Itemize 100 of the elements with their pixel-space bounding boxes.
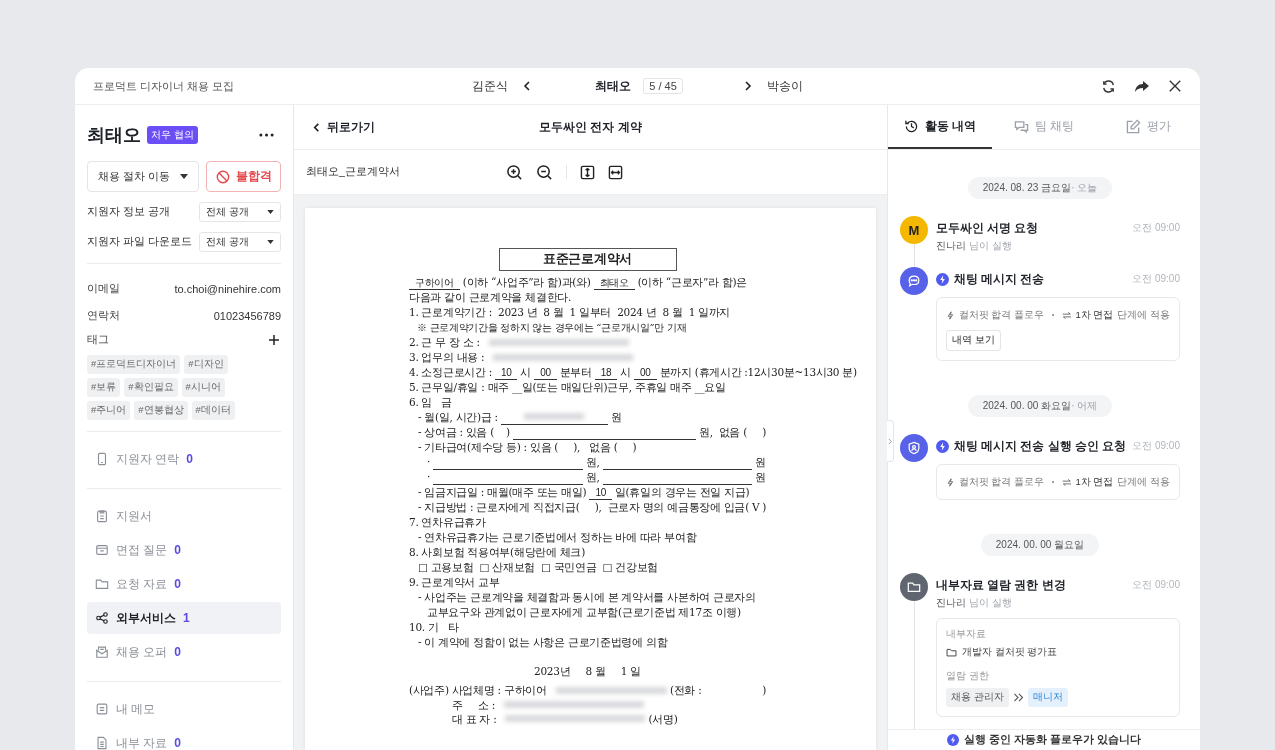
sidebar-item[interactable]: 지원자 연락 0 [87, 443, 281, 475]
document-icon [95, 736, 109, 750]
view-history-button[interactable]: 내역 보기 [946, 330, 1001, 351]
share-nodes-icon [95, 611, 109, 625]
tag-chip[interactable]: #보류 [87, 378, 121, 397]
previous-candidate-link[interactable]: 김준식 [472, 77, 509, 95]
double-chevron-icon [1012, 693, 1024, 702]
more-options-icon[interactable] [259, 133, 274, 137]
contract-text: 원 [755, 455, 766, 470]
contract-text: 시 [520, 365, 532, 380]
contract-text: 2. 근 무 장 소 : [409, 335, 480, 350]
contract-text: - 연차유급휴가는 근로기준법에서 정하는 바에 따라 부여함 [418, 530, 697, 545]
stage-suffix: 단계에 적용 [1117, 475, 1170, 489]
phone-icon [95, 452, 109, 466]
visibility-dropdown[interactable]: 전체 공개 [199, 232, 281, 252]
contract-text: 3. 업무의 내용 : [409, 350, 485, 365]
blurred-text [524, 412, 585, 420]
event-title: 내부자료 열람 권한 변경 [936, 577, 1066, 593]
contract-text: 교부요구와 관계없이 근로자에게 교부함(근로기준법 제17조 이행) [427, 605, 741, 620]
sidebar-item[interactable]: 내 메모 [87, 693, 281, 725]
event-time: 오전 09:00 [1132, 439, 1180, 453]
tag-chip[interactable]: #디자인 [184, 355, 228, 374]
chevron-right-icon[interactable] [742, 81, 753, 91]
contract-text: 8. 사회보험 적용여부(해당란에 체크) [409, 545, 585, 560]
contract-text: 주 소 : [452, 698, 495, 712]
panel-tab[interactable]: 활동 내역 [888, 105, 992, 149]
info-label: 이메일 [87, 281, 120, 296]
sidebar-item[interactable]: 요청 자료 0 [87, 568, 281, 600]
info-value: 01023456789 [213, 309, 281, 322]
add-icon[interactable] [267, 333, 281, 347]
contract-text: · [427, 470, 431, 485]
tag-chip[interactable]: #시니어 [181, 378, 225, 397]
chevron-left-icon[interactable] [522, 81, 533, 91]
setting-label: 지원자 파일 다운로드 [87, 235, 192, 249]
bolt-outline-icon [946, 309, 955, 321]
contract-text: □ 고용보험 □ 산재보험 □ 국민연금 □ 건강보험 [418, 560, 659, 575]
status-badge: 처우 협의 [147, 126, 198, 144]
contract-text: 원, 없음 ( ) [698, 425, 766, 440]
window-title: 프로덕트 디자이너 채용 모집 [93, 78, 236, 94]
chat-bubbles-icon [1013, 118, 1029, 134]
contract-text: 원, [585, 470, 600, 485]
section-label: 열람 권한 [946, 670, 990, 683]
share-arrow-icon[interactable] [1134, 78, 1150, 94]
swap-arrows-icon [1061, 476, 1072, 488]
contract-text: 다음과 같이 근로계약을 체결한다. [409, 290, 571, 305]
fill-in-line: 10 [589, 487, 612, 500]
date-divider: 2024. 00. 00 화요일· 어제 [967, 395, 1113, 417]
date-divider: 2024. 00. 00 월요일 [980, 534, 1100, 556]
fit-height-icon[interactable] [580, 164, 595, 180]
position-counter: 5 / 45 [643, 78, 683, 94]
swap-arrows-icon [1061, 309, 1072, 321]
sidebar-item[interactable]: 내부 자료 0 [87, 727, 281, 750]
section-label: 내부자료 [946, 628, 987, 641]
event-time: 오전 09:00 [1132, 578, 1180, 592]
visibility-dropdown[interactable]: 전체 공개 [199, 202, 281, 222]
tag-chip[interactable]: #확인필요 [124, 378, 178, 397]
zoom-in-icon[interactable] [506, 163, 523, 181]
actor-name: 진나리 [936, 239, 966, 253]
history-icon [903, 118, 919, 134]
caret-icon [180, 174, 188, 179]
fit-width-icon[interactable] [608, 164, 623, 180]
back-link[interactable]: 뒤로가기 [312, 119, 540, 135]
note-icon [95, 702, 109, 716]
tag-chip[interactable]: #프로덕트디자이너 [87, 355, 181, 374]
actor-action: 님이 실행 [969, 596, 1012, 610]
tag-chip[interactable]: #주니어 [87, 401, 131, 420]
refresh-icon[interactable] [1101, 78, 1116, 94]
envelope-icon [95, 645, 109, 659]
fill-in-line: 구하이어 [409, 277, 460, 290]
flow-name: 컬처핏 합격 플로우 [958, 308, 1045, 322]
contract-text: 분까지 (휴게시간 :12시30분~13시30 분) [659, 365, 857, 380]
contract-text: 분부터 [559, 365, 592, 380]
event-title: 채팅 메시지 전송 [954, 271, 1045, 287]
zoom-out-icon[interactable] [536, 163, 553, 181]
tag-chip[interactable]: #데이터 [191, 401, 235, 420]
contract-text: 4. 소정근로시간 : [409, 365, 492, 380]
shield-person-icon [900, 434, 928, 462]
collapse-handle[interactable] [887, 420, 894, 462]
sidebar-item[interactable]: 채용 오퍼 0 [87, 636, 281, 668]
letter-avatar: M [900, 216, 928, 244]
actor-name: 진나리 [936, 596, 966, 610]
contract-text: - 상여금 : 있음 ( ) [418, 425, 510, 440]
tag-chip[interactable]: #연봉협상 [134, 401, 188, 420]
file-name: 최태오_근로계약서 [306, 165, 401, 179]
folder-icon [95, 577, 109, 591]
reject-button[interactable]: 불합격 [206, 161, 281, 192]
setting-label: 지원자 정보 공개 [87, 205, 170, 219]
contract-text: 구하이어 [503, 683, 547, 698]
close-icon[interactable] [1168, 79, 1182, 93]
bolt-icon [947, 734, 960, 746]
sidebar-item[interactable]: 면접 질문 0 [87, 534, 281, 566]
sidebar-item[interactable]: 지원서 [87, 500, 281, 532]
stage-move-dropdown[interactable]: 채용 절차 이동 [87, 161, 199, 192]
ban-icon [215, 169, 230, 184]
sidebar-item[interactable]: 외부서비스 1 [87, 602, 281, 634]
contract-text: (이하 “근로자”라 함)은 [637, 275, 748, 290]
next-candidate-link[interactable]: 박송이 [766, 77, 803, 95]
contract-text: (이하 “사업주”라 함)과(와) [462, 275, 591, 290]
contract-text: - 기타급여(제수당 등) : 있음 ( ), 없음 ( ) [418, 440, 637, 455]
folder-icon [900, 573, 928, 601]
